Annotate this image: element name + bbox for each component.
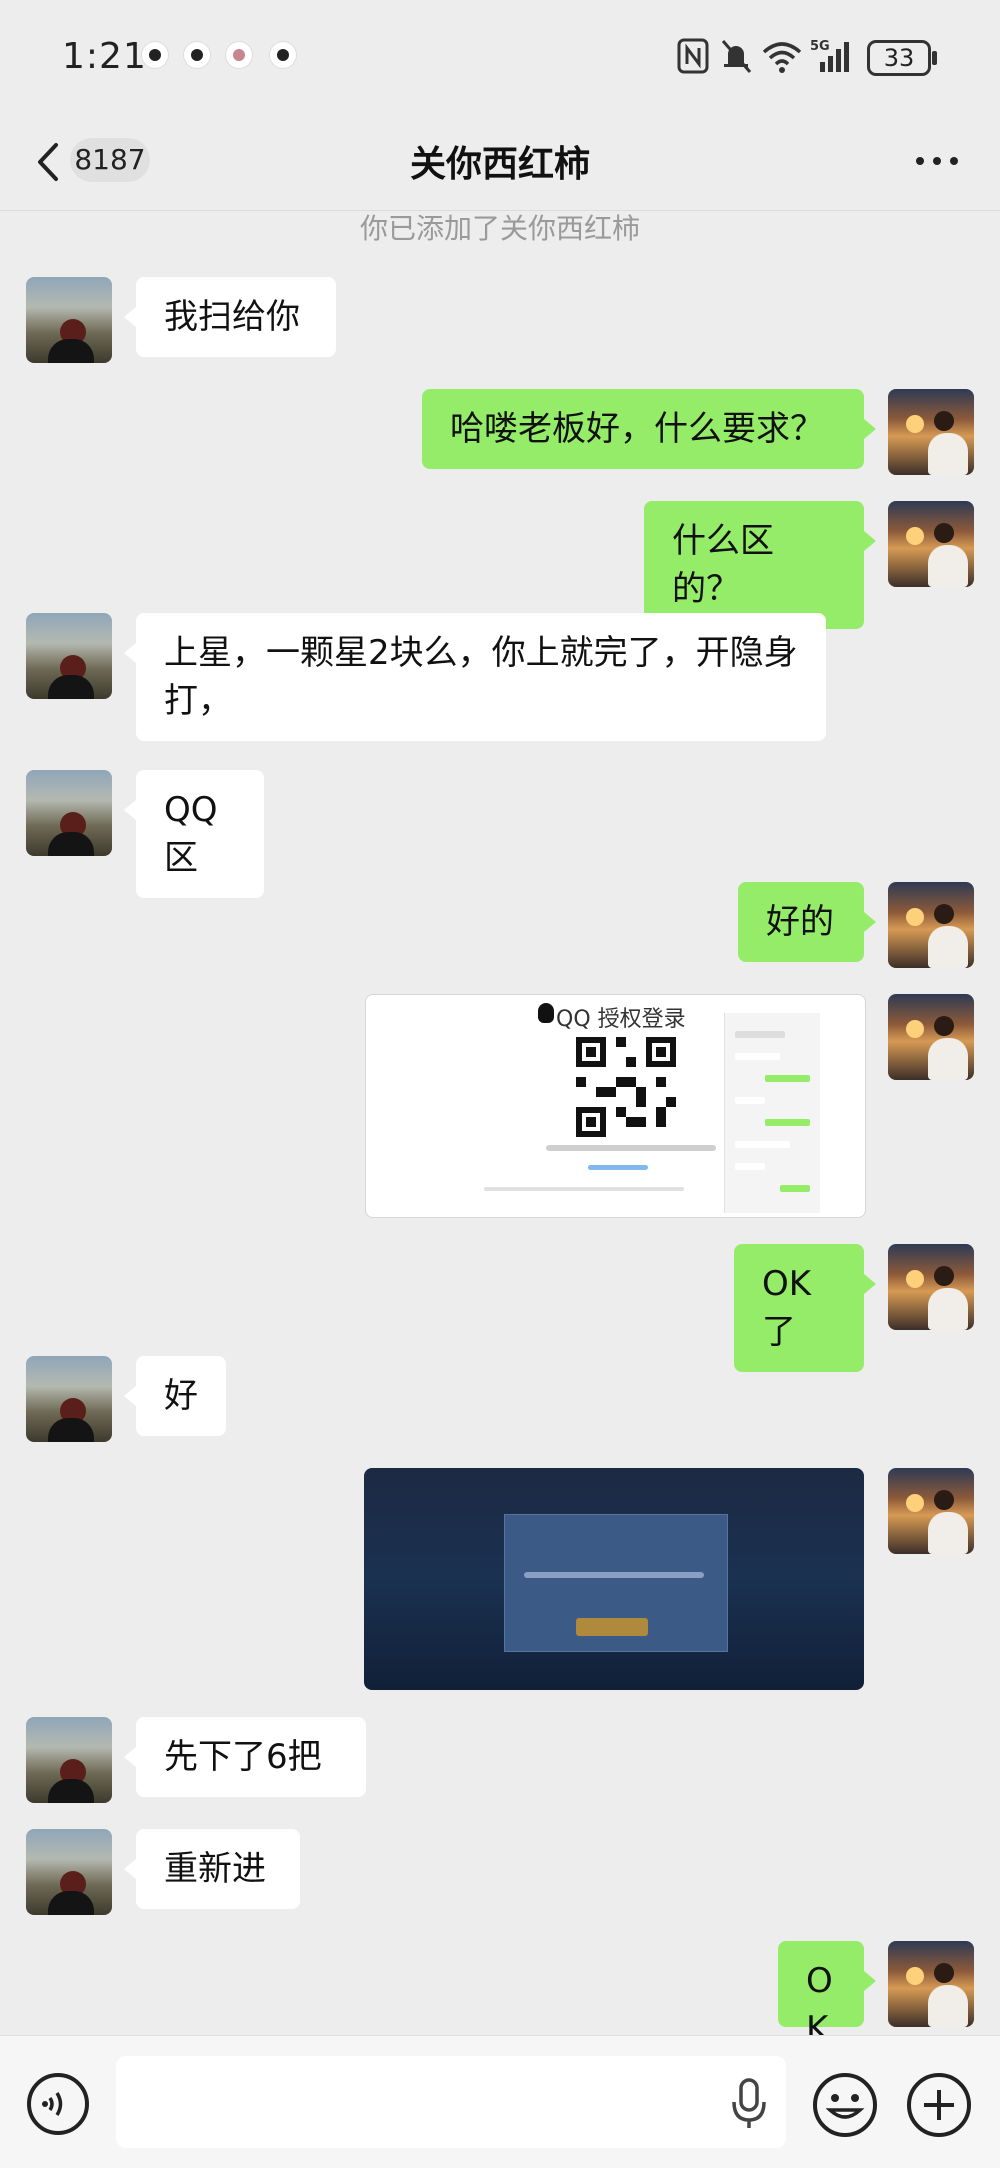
outgoing-message[interactable]: OK了	[734, 1244, 876, 1372]
contact-avatar[interactable]	[26, 1717, 112, 1803]
emoji-icon[interactable]	[812, 2072, 878, 2138]
incoming-message[interactable]: 上星，一颗星2块么，你上就完了，开隐身打，	[124, 613, 826, 741]
phone-screenshot-thumbnail	[724, 1013, 820, 1213]
incoming-message[interactable]: 先下了6把	[124, 1717, 366, 1797]
input-bar	[0, 2035, 1000, 2168]
outgoing-message[interactable]: 好的	[738, 882, 876, 962]
self-avatar[interactable]	[888, 501, 974, 587]
qq-logo-icon	[538, 1003, 554, 1023]
qr-login-image[interactable]: QQ 授权登录	[365, 994, 866, 1218]
microphone-icon[interactable]	[726, 2076, 772, 2132]
self-avatar[interactable]	[888, 1468, 974, 1554]
incoming-message[interactable]: QQ区	[124, 770, 264, 898]
self-avatar[interactable]	[888, 994, 974, 1080]
outgoing-message[interactable]: 什么区的？	[644, 501, 876, 629]
message-input[interactable]	[116, 2056, 786, 2148]
self-avatar[interactable]	[888, 389, 974, 475]
self-avatar[interactable]	[888, 882, 974, 968]
system-note: 你已添加了关你西红柿	[359, 212, 640, 245]
outgoing-message[interactable]: 哈喽老板好，什么要求？	[422, 389, 876, 469]
notification-icon	[226, 42, 252, 68]
outgoing-message[interactable]: OK	[778, 1941, 876, 2049]
contact-avatar[interactable]	[26, 277, 112, 363]
status-bar: 1:21 5G 33	[0, 0, 1000, 115]
game-screenshot-image[interactable]	[364, 1468, 864, 1690]
contact-avatar[interactable]	[26, 770, 112, 856]
network-label: 5G	[810, 39, 830, 54]
cellular-signal-icon: 5G	[810, 39, 849, 72]
qr-help-link-decor	[588, 1165, 648, 1170]
incoming-message[interactable]: 我扫给你	[124, 277, 336, 357]
mute-icon	[721, 40, 752, 73]
chat-title: 关你西红柿	[409, 144, 590, 185]
game-confirm-button-decor	[576, 1618, 648, 1636]
notification-icon	[270, 42, 296, 68]
more-dots-icon[interactable]	[916, 153, 962, 169]
nfc-icon	[677, 38, 709, 74]
contact-avatar[interactable]	[26, 1829, 112, 1915]
wifi-icon	[762, 42, 802, 73]
plus-icon[interactable]	[906, 2072, 972, 2138]
contact-avatar[interactable]	[26, 1356, 112, 1442]
game-dialog-text-decor	[524, 1572, 704, 1578]
battery-indicator: 33	[867, 40, 937, 76]
incoming-message[interactable]: 好	[124, 1356, 226, 1436]
incoming-message[interactable]: 重新进	[124, 1829, 300, 1909]
chat-header: 8187 关你西红柿	[0, 115, 1000, 215]
self-avatar[interactable]	[888, 1941, 974, 2027]
status-time: 1:21	[62, 36, 147, 77]
qr-login-title: QQ 授权登录	[556, 1007, 686, 1032]
contact-avatar[interactable]	[26, 613, 112, 699]
notification-icon	[142, 42, 168, 68]
self-avatar[interactable]	[888, 1244, 974, 1330]
qr-code-icon	[576, 1037, 676, 1137]
notification-icon	[184, 42, 210, 68]
voice-toggle-icon[interactable]	[26, 2072, 90, 2136]
qr-caption-decor	[501, 1145, 761, 1151]
